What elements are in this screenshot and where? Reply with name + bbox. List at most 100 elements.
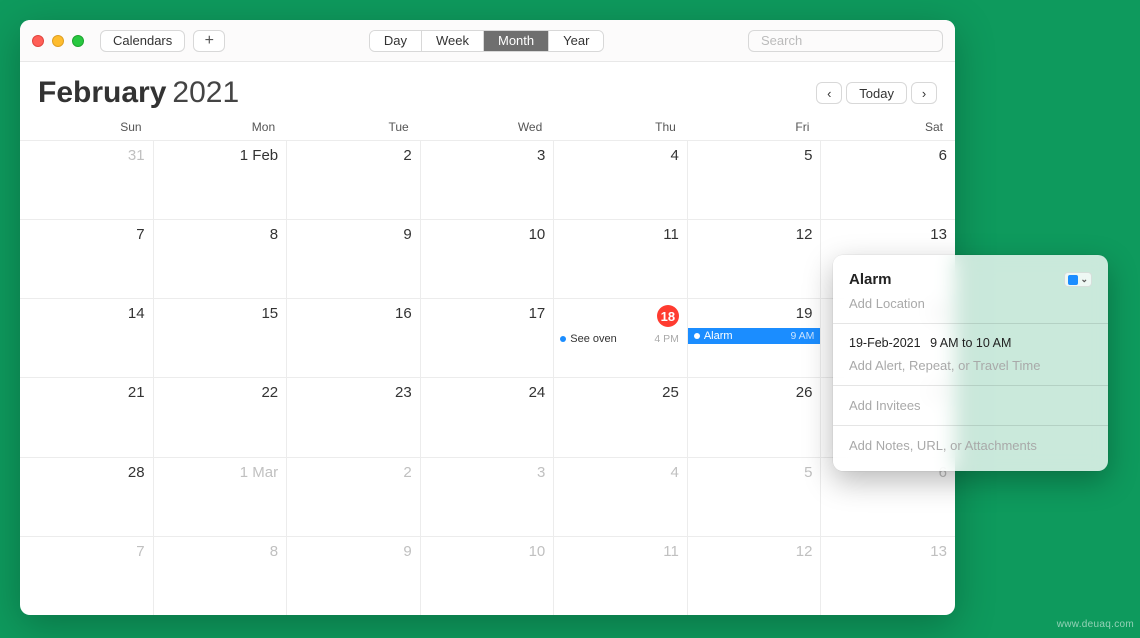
day-number: 16 (293, 305, 412, 322)
day-cell[interactable]: 11 (554, 536, 688, 615)
day-cell[interactable]: 10 (421, 219, 555, 298)
event-title: See oven (570, 333, 616, 345)
prev-month-button[interactable]: ‹ (816, 82, 842, 104)
day-cell[interactable]: 25 (554, 377, 688, 456)
day-cell[interactable]: 12 (688, 536, 822, 615)
alert-field[interactable]: Add Alert, Repeat, or Travel Time (849, 354, 1092, 377)
day-cell[interactable]: 16 (287, 298, 421, 377)
day-cell[interactable]: 17 (421, 298, 555, 377)
day-number: 3 (427, 464, 546, 481)
event-title: Alarm (704, 330, 733, 342)
calendar-selector[interactable]: ⌄ (1064, 272, 1092, 287)
toolbar: Calendars + Day Week Month Year (20, 20, 955, 62)
add-event-button[interactable]: + (193, 30, 225, 52)
location-field[interactable]: Add Location (849, 292, 1092, 315)
weekday-label: Mon (154, 116, 288, 140)
day-number: 22 (160, 384, 279, 401)
search-input[interactable] (759, 32, 939, 49)
window-controls (32, 35, 84, 47)
day-cell[interactable]: 31 (20, 140, 154, 219)
day-number: 10 (427, 226, 546, 243)
day-number: 14 (26, 305, 145, 322)
day-cell[interactable]: 11 (554, 219, 688, 298)
invitees-field[interactable]: Add Invitees (849, 394, 1092, 417)
event-color-dot (694, 333, 700, 339)
day-cell[interactable]: 1 Mar (154, 457, 288, 536)
day-cell[interactable]: 15 (154, 298, 288, 377)
day-number: 1 Feb (160, 147, 279, 164)
notes-field[interactable]: Add Notes, URL, or Attachments (849, 434, 1092, 457)
day-cell[interactable]: 8 (154, 536, 288, 615)
day-cell[interactable]: 18 See oven 4 PM (554, 298, 688, 377)
view-switcher: Day Week Month Year (369, 30, 605, 52)
weekday-label: Sun (20, 116, 154, 140)
day-cell[interactable]: 4 (554, 140, 688, 219)
day-number: 26 (694, 384, 813, 401)
day-cell[interactable]: 5 (688, 140, 822, 219)
day-number: 4 (560, 464, 679, 481)
day-cell[interactable]: 7 (20, 536, 154, 615)
day-number: 31 (26, 147, 145, 164)
day-cell[interactable]: 6 (821, 140, 955, 219)
day-cell[interactable]: 5 (688, 457, 822, 536)
day-number: 21 (26, 384, 145, 401)
weekday-label: Wed (421, 116, 555, 140)
day-cell[interactable]: 2 (287, 457, 421, 536)
day-cell[interactable]: 3 (421, 140, 555, 219)
day-cell[interactable]: 12 (688, 219, 822, 298)
day-cell[interactable]: 7 (20, 219, 154, 298)
chevron-down-icon: ⌄ (1080, 274, 1088, 285)
day-number: 7 (26, 543, 145, 560)
day-cell[interactable]: 3 (421, 457, 555, 536)
weekday-label: Fri (688, 116, 822, 140)
event-pill[interactable]: See oven 4 PM (560, 333, 679, 345)
next-month-button[interactable]: › (911, 82, 937, 104)
day-cell[interactable]: 26 (688, 377, 822, 456)
day-number: 18 (560, 305, 679, 327)
zoom-window-button[interactable] (72, 35, 84, 47)
view-month[interactable]: Month (484, 31, 549, 51)
day-cell[interactable]: 21 (20, 377, 154, 456)
weekday-label: Thu (554, 116, 688, 140)
day-cell[interactable]: 23 (287, 377, 421, 456)
day-number: 12 (694, 543, 813, 560)
view-week[interactable]: Week (422, 31, 484, 51)
day-number: 6 (827, 147, 947, 164)
event-time: 4 PM (654, 333, 679, 345)
day-cell[interactable]: 19Alarm9 AM (688, 298, 822, 377)
minimize-window-button[interactable] (52, 35, 64, 47)
day-cell[interactable]: 2 (287, 140, 421, 219)
calendars-button[interactable]: Calendars (100, 30, 185, 52)
day-cell[interactable]: 14 (20, 298, 154, 377)
day-number: 4 (560, 147, 679, 164)
event-title-field[interactable]: Alarm (849, 271, 892, 288)
day-cell[interactable]: 4 (554, 457, 688, 536)
watermark: www.deuaq.com (1057, 619, 1134, 630)
month-grid: 311 Feb23456789101112131415161718See ove… (20, 140, 955, 615)
event-date: 19-Feb-2021 (849, 336, 921, 350)
day-cell[interactable]: 22 (154, 377, 288, 456)
day-cell[interactable]: 1 Feb (154, 140, 288, 219)
view-day[interactable]: Day (370, 31, 422, 51)
day-cell[interactable]: 10 (421, 536, 555, 615)
day-cell[interactable]: 13 (821, 536, 955, 615)
day-cell[interactable]: 8 (154, 219, 288, 298)
close-window-button[interactable] (32, 35, 44, 47)
day-cell[interactable]: 28 (20, 457, 154, 536)
view-year[interactable]: Year (549, 31, 603, 51)
day-number: 25 (560, 384, 679, 401)
today-button[interactable]: Today (846, 82, 907, 104)
day-number: 17 (427, 305, 546, 322)
separator (833, 425, 1108, 426)
day-number: 28 (26, 464, 145, 481)
separator (833, 323, 1108, 324)
event-pill[interactable]: Alarm9 AM (688, 328, 821, 344)
event-time-range: 9 AM to 10 AM (930, 336, 1011, 350)
day-cell[interactable]: 9 (287, 536, 421, 615)
date-time-field[interactable]: 19-Feb-2021 9 AM to 10 AM (849, 332, 1092, 354)
day-cell[interactable]: 24 (421, 377, 555, 456)
weekday-label: Tue (287, 116, 421, 140)
search-field[interactable] (748, 30, 943, 52)
day-cell[interactable]: 9 (287, 219, 421, 298)
day-number: 11 (560, 226, 679, 243)
